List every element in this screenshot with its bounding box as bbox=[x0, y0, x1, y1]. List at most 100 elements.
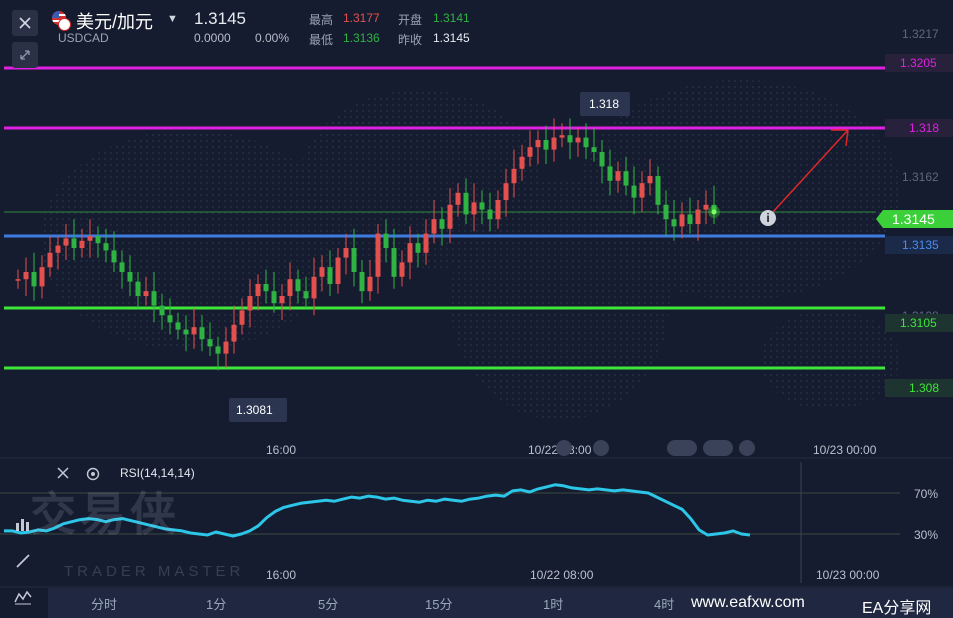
candle-body bbox=[199, 327, 205, 340]
info-icon[interactable]: i bbox=[760, 210, 776, 226]
event-marker[interactable] bbox=[593, 440, 609, 456]
current-point bbox=[711, 209, 717, 215]
prev-close-label: 昨收 bbox=[398, 33, 423, 47]
low-point-callout: 1.3081 bbox=[229, 398, 287, 422]
candle-body bbox=[87, 236, 93, 241]
candle-body bbox=[343, 248, 349, 258]
candle-body bbox=[31, 272, 37, 287]
price-change-pct: 0.00% bbox=[255, 31, 290, 45]
symbol-code: USDCAD bbox=[58, 31, 109, 45]
timeframe-item[interactable]: 分时 bbox=[91, 594, 117, 613]
level-label-magenta-top: 1.3205 bbox=[885, 54, 953, 72]
timeframe-item[interactable]: 15分 bbox=[425, 594, 452, 613]
candle-body bbox=[535, 140, 541, 148]
candle-body bbox=[55, 245, 61, 253]
candle-body bbox=[151, 291, 157, 306]
candle-body bbox=[559, 135, 565, 138]
collapse-arrows-icon bbox=[20, 50, 30, 60]
time-label: 10/23 00:00 bbox=[813, 443, 877, 457]
timeframe-item[interactable]: 4时 bbox=[654, 594, 674, 613]
candle-body bbox=[127, 272, 133, 282]
indicator-wave-icon bbox=[14, 590, 32, 605]
candle-body bbox=[255, 284, 261, 296]
candle-body bbox=[511, 168, 517, 184]
level-label-magenta-mid: 1.318 bbox=[885, 119, 953, 137]
candle-body bbox=[639, 183, 645, 198]
candle-body bbox=[695, 209, 701, 224]
candle-body bbox=[663, 204, 669, 220]
candle-body bbox=[679, 214, 685, 227]
open-label: 开盘 bbox=[398, 13, 423, 27]
candle-body bbox=[519, 156, 525, 169]
candle-body bbox=[495, 200, 501, 220]
candle-body bbox=[111, 250, 117, 263]
collapse-button[interactable] bbox=[12, 42, 38, 68]
candle-body bbox=[431, 219, 437, 234]
candle-body bbox=[167, 315, 173, 323]
candle-body bbox=[607, 166, 613, 181]
candle-body bbox=[407, 243, 413, 263]
timeframe-item[interactable]: 1时 bbox=[543, 594, 563, 613]
rsi-level: 30% bbox=[914, 528, 939, 542]
price-tick: 1.3217 bbox=[902, 27, 939, 41]
candle-body bbox=[399, 262, 405, 277]
candle-body bbox=[631, 185, 637, 198]
candle-body bbox=[671, 219, 677, 227]
candle-body bbox=[615, 171, 621, 181]
timeframe-item[interactable]: 5分 bbox=[318, 594, 338, 613]
candle-body bbox=[311, 276, 317, 299]
candle-body bbox=[287, 279, 293, 296]
candle-body bbox=[247, 296, 253, 311]
indicator-button[interactable] bbox=[10, 584, 36, 610]
watermark-en: TRADER MASTER bbox=[64, 563, 245, 580]
high-point-callout: 1.318 bbox=[580, 92, 630, 116]
chart-type-button[interactable] bbox=[10, 512, 36, 538]
candle-body bbox=[447, 204, 453, 229]
ca-flag-icon bbox=[58, 18, 71, 31]
candle-body bbox=[79, 240, 85, 248]
candle-body bbox=[103, 243, 109, 251]
low-value: 1.3136 bbox=[343, 31, 380, 45]
candle-body bbox=[95, 236, 101, 244]
candle-body bbox=[591, 147, 597, 152]
candle-body bbox=[383, 233, 389, 248]
event-marker[interactable] bbox=[739, 440, 755, 456]
draw-line-button[interactable] bbox=[10, 548, 36, 574]
footer-site: www.eafxw.com bbox=[691, 594, 805, 611]
price-tick: 1.3162 bbox=[902, 170, 939, 184]
candle-body bbox=[623, 171, 629, 186]
candle-body bbox=[471, 202, 477, 215]
timeframe-bar bbox=[48, 588, 953, 618]
candle-body bbox=[207, 339, 213, 347]
chart-bars-icon bbox=[16, 519, 29, 531]
candle-body bbox=[23, 272, 29, 280]
footer-brand: EA分享网 bbox=[862, 600, 932, 617]
trading-app: 美元/加元 ▼ 1.3145 USDCAD 0.0000 0.00% 最高 1.… bbox=[0, 0, 953, 618]
candle-body bbox=[567, 135, 573, 143]
candle-body bbox=[503, 183, 509, 200]
watermark-cn: 交易侠 bbox=[30, 488, 180, 540]
event-marker[interactable] bbox=[703, 440, 733, 456]
level-label-blue: 1.3135 bbox=[885, 236, 953, 254]
current-price: 1.3145 bbox=[194, 9, 246, 28]
close-chart-button[interactable] bbox=[12, 10, 38, 36]
timeframe-item[interactable]: 1分 bbox=[206, 594, 226, 613]
candle-body bbox=[551, 137, 557, 150]
candle-body bbox=[423, 233, 429, 253]
dropdown-icon[interactable]: ▼ bbox=[167, 13, 178, 25]
event-marker[interactable] bbox=[556, 440, 572, 456]
draw-line-icon bbox=[16, 554, 30, 568]
candle-body bbox=[135, 281, 141, 296]
time-label: 16:00 bbox=[266, 443, 297, 457]
candle-body bbox=[391, 248, 397, 277]
candle-body bbox=[375, 233, 381, 277]
candle-body bbox=[527, 147, 533, 157]
event-marker[interactable] bbox=[667, 440, 697, 456]
candle-body bbox=[279, 296, 285, 304]
candle-body bbox=[47, 252, 53, 268]
candle-body bbox=[367, 276, 373, 292]
candle-body bbox=[239, 310, 245, 325]
candle-body bbox=[143, 291, 149, 296]
candle-body bbox=[655, 176, 661, 205]
candle-body bbox=[359, 272, 365, 292]
